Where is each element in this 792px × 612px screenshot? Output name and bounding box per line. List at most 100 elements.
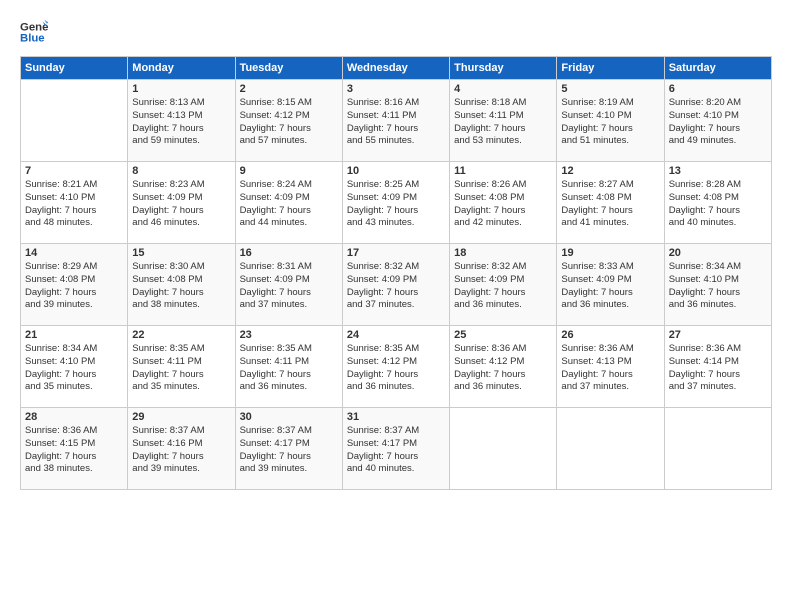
day-info: Sunrise: 8:28 AM Sunset: 4:08 PM Dayligh… — [669, 179, 767, 230]
calendar-cell: 27Sunrise: 8:36 AM Sunset: 4:14 PM Dayli… — [664, 326, 771, 408]
calendar-cell: 9Sunrise: 8:24 AM Sunset: 4:09 PM Daylig… — [235, 162, 342, 244]
calendar-week-row: 28 Sunrise: 8:36 AM Sunset: 4:15 PM Dayli… — [21, 408, 772, 490]
day-info: Sunrise: 8:34 AM Sunset: 4:10 PM Dayligh… — [25, 343, 123, 394]
day-info: Sunrise: 8:36 AM Sunset: 4:15 PM Dayligh… — [25, 425, 123, 476]
day-info: Sunrise: 8:23 AM Sunset: 4:09 PM Dayligh… — [132, 179, 230, 230]
calendar-cell: 29 Sunrise: 8:37 AM Sunset: 4:16 PM Dayli… — [128, 408, 235, 490]
day-info: Sunrise: 8:27 AM Sunset: 4:08 PM Dayligh… — [561, 179, 659, 230]
day-number: 24 — [347, 329, 445, 341]
calendar-cell: 6Sunrise: 8:20 AM Sunset: 4:10 PM Daylig… — [664, 80, 771, 162]
day-info: Sunrise: 8:36 AM Sunset: 4:12 PM Dayligh… — [454, 343, 552, 394]
calendar-week-row: 21 Sunrise: 8:34 AM Sunset: 4:10 PM Dayli… — [21, 326, 772, 408]
day-number: 26 — [561, 329, 659, 341]
day-info: Sunrise: 8:25 AM Sunset: 4:09 PM Dayligh… — [347, 179, 445, 230]
calendar-cell: 15Sunrise: 8:30 AM Sunset: 4:08 PM Dayli… — [128, 244, 235, 326]
logo: General Blue — [20, 18, 52, 46]
day-info: Sunrise: 8:15 AM Sunset: 4:12 PM Dayligh… — [240, 97, 338, 148]
day-info: Sunrise: 8:32 AM Sunset: 4:09 PM Dayligh… — [347, 261, 445, 312]
calendar-cell — [21, 80, 128, 162]
day-number: 25 — [454, 329, 552, 341]
day-info: Sunrise: 8:35 AM Sunset: 4:11 PM Dayligh… — [240, 343, 338, 394]
day-number: 8 — [132, 165, 230, 177]
calendar-cell: 30Sunrise: 8:37 AM Sunset: 4:17 PM Dayli… — [235, 408, 342, 490]
weekday-header: Wednesday — [342, 57, 449, 80]
day-number: 1 — [132, 83, 230, 95]
day-number: 6 — [669, 83, 767, 95]
day-number: 3 — [347, 83, 445, 95]
calendar-cell: 4 Sunrise: 8:18 AM Sunset: 4:11 PM Daylig… — [450, 80, 557, 162]
day-number: 11 — [454, 165, 552, 177]
day-number: 18 — [454, 247, 552, 259]
day-number: 9 — [240, 165, 338, 177]
calendar-cell: 18 Sunrise: 8:32 AM Sunset: 4:09 PM Dayli… — [450, 244, 557, 326]
calendar-cell — [450, 408, 557, 490]
weekday-header: Tuesday — [235, 57, 342, 80]
calendar-week-row: 14 Sunrise: 8:29 AM Sunset: 4:08 PM Dayli… — [21, 244, 772, 326]
calendar-cell: 5Sunrise: 8:19 AM Sunset: 4:10 PM Daylig… — [557, 80, 664, 162]
calendar-cell: 31Sunrise: 8:37 AM Sunset: 4:17 PM Dayli… — [342, 408, 449, 490]
calendar-cell: 10 Sunrise: 8:25 AM Sunset: 4:09 PM Dayli… — [342, 162, 449, 244]
calendar-week-row: 7Sunrise: 8:21 AM Sunset: 4:10 PM Daylig… — [21, 162, 772, 244]
page: General Blue SundayMondayTuesdayWednesda… — [0, 0, 792, 612]
day-number: 2 — [240, 83, 338, 95]
day-number: 29 — [132, 411, 230, 423]
calendar-cell — [557, 408, 664, 490]
day-info: Sunrise: 8:36 AM Sunset: 4:14 PM Dayligh… — [669, 343, 767, 394]
day-info: Sunrise: 8:31 AM Sunset: 4:09 PM Dayligh… — [240, 261, 338, 312]
day-number: 10 — [347, 165, 445, 177]
day-number: 14 — [25, 247, 123, 259]
calendar-cell: 11 Sunrise: 8:26 AM Sunset: 4:08 PM Dayli… — [450, 162, 557, 244]
day-number: 5 — [561, 83, 659, 95]
day-info: Sunrise: 8:18 AM Sunset: 4:11 PM Dayligh… — [454, 97, 552, 148]
day-info: Sunrise: 8:30 AM Sunset: 4:08 PM Dayligh… — [132, 261, 230, 312]
day-info: Sunrise: 8:26 AM Sunset: 4:08 PM Dayligh… — [454, 179, 552, 230]
day-info: Sunrise: 8:37 AM Sunset: 4:16 PM Dayligh… — [132, 425, 230, 476]
day-number: 17 — [347, 247, 445, 259]
calendar-cell: 8 Sunrise: 8:23 AM Sunset: 4:09 PM Daylig… — [128, 162, 235, 244]
day-info: Sunrise: 8:32 AM Sunset: 4:09 PM Dayligh… — [454, 261, 552, 312]
day-number: 7 — [25, 165, 123, 177]
weekday-header: Sunday — [21, 57, 128, 80]
calendar-cell: 2 Sunrise: 8:15 AM Sunset: 4:12 PM Daylig… — [235, 80, 342, 162]
calendar-cell: 24 Sunrise: 8:35 AM Sunset: 4:12 PM Dayli… — [342, 326, 449, 408]
day-number: 4 — [454, 83, 552, 95]
weekday-header: Friday — [557, 57, 664, 80]
day-number: 28 — [25, 411, 123, 423]
calendar-cell: 1 Sunrise: 8:13 AM Sunset: 4:13 PM Daylig… — [128, 80, 235, 162]
calendar-cell: 26 Sunrise: 8:36 AM Sunset: 4:13 PM Dayli… — [557, 326, 664, 408]
day-info: Sunrise: 8:29 AM Sunset: 4:08 PM Dayligh… — [25, 261, 123, 312]
calendar-cell: 19 Sunrise: 8:33 AM Sunset: 4:09 PM Dayli… — [557, 244, 664, 326]
calendar-cell: 20 Sunrise: 8:34 AM Sunset: 4:10 PM Dayli… — [664, 244, 771, 326]
day-number: 12 — [561, 165, 659, 177]
day-info: Sunrise: 8:34 AM Sunset: 4:10 PM Dayligh… — [669, 261, 767, 312]
day-number: 19 — [561, 247, 659, 259]
calendar-cell: 28 Sunrise: 8:36 AM Sunset: 4:15 PM Dayli… — [21, 408, 128, 490]
weekday-header: Thursday — [450, 57, 557, 80]
logo-icon: General Blue — [20, 18, 48, 46]
day-number: 23 — [240, 329, 338, 341]
day-number: 30 — [240, 411, 338, 423]
calendar-cell — [664, 408, 771, 490]
day-number: 22 — [132, 329, 230, 341]
calendar-cell: 17 Sunrise: 8:32 AM Sunset: 4:09 PM Dayli… — [342, 244, 449, 326]
day-info: Sunrise: 8:37 AM Sunset: 4:17 PM Dayligh… — [347, 425, 445, 476]
calendar-cell: 14 Sunrise: 8:29 AM Sunset: 4:08 PM Dayli… — [21, 244, 128, 326]
calendar-cell: 16 Sunrise: 8:31 AM Sunset: 4:09 PM Dayli… — [235, 244, 342, 326]
day-number: 21 — [25, 329, 123, 341]
day-info: Sunrise: 8:35 AM Sunset: 4:11 PM Dayligh… — [132, 343, 230, 394]
day-info: Sunrise: 8:13 AM Sunset: 4:13 PM Dayligh… — [132, 97, 230, 148]
calendar-cell: 23 Sunrise: 8:35 AM Sunset: 4:11 PM Dayli… — [235, 326, 342, 408]
weekday-header: Saturday — [664, 57, 771, 80]
day-info: Sunrise: 8:36 AM Sunset: 4:13 PM Dayligh… — [561, 343, 659, 394]
calendar-week-row: 1 Sunrise: 8:13 AM Sunset: 4:13 PM Daylig… — [21, 80, 772, 162]
day-number: 16 — [240, 247, 338, 259]
day-info: Sunrise: 8:35 AM Sunset: 4:12 PM Dayligh… — [347, 343, 445, 394]
calendar: SundayMondayTuesdayWednesdayThursdayFrid… — [20, 56, 772, 490]
calendar-cell: 12 Sunrise: 8:27 AM Sunset: 4:08 PM Dayli… — [557, 162, 664, 244]
day-number: 20 — [669, 247, 767, 259]
day-number: 13 — [669, 165, 767, 177]
calendar-cell: 21 Sunrise: 8:34 AM Sunset: 4:10 PM Dayli… — [21, 326, 128, 408]
day-info: Sunrise: 8:33 AM Sunset: 4:09 PM Dayligh… — [561, 261, 659, 312]
weekday-header: Monday — [128, 57, 235, 80]
calendar-cell: 13 Sunrise: 8:28 AM Sunset: 4:08 PM Dayli… — [664, 162, 771, 244]
